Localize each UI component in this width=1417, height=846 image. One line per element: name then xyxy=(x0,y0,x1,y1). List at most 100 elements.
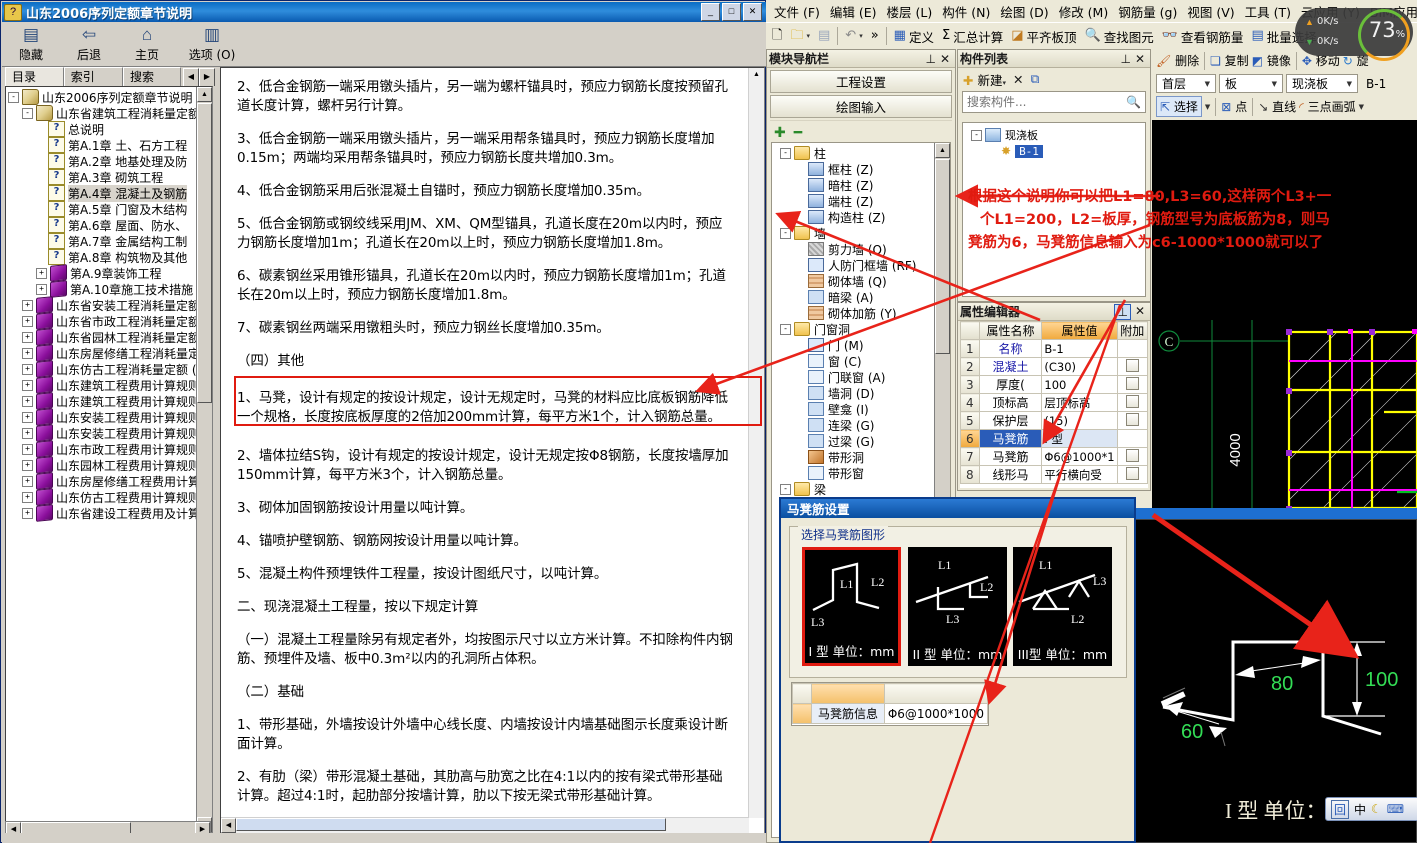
tree-item[interactable]: + 山东省市政工程消耗量定额 xyxy=(6,312,197,330)
close-button[interactable]: ✕ xyxy=(743,3,762,21)
nav-tree-item[interactable]: 窗 (C) xyxy=(774,353,934,369)
tree-item[interactable]: + 第A.10章施工技术措施 xyxy=(6,280,197,298)
tree-toggle[interactable]: + xyxy=(36,267,47,279)
nav-tree-item[interactable]: 墙洞 (D) xyxy=(774,385,934,401)
tree-item[interactable]: ? 第A.7章 金属结构工制 xyxy=(6,233,197,249)
tree-item[interactable]: + 山东省安装工程消耗量定额 xyxy=(6,296,197,314)
shape-option-II[interactable]: L1 L2 L3 II 型 单位：mm xyxy=(908,547,1007,666)
nav-tree-item[interactable]: 连梁 (G) xyxy=(774,417,934,433)
tree-toggle[interactable]: + xyxy=(22,363,33,375)
options-button[interactable]: ▥ 选项 (O) xyxy=(176,24,248,64)
tree-toggle[interactable]: + xyxy=(22,475,33,487)
tree-toggle[interactable]: + xyxy=(36,283,47,295)
document-pane[interactable]: 2、低合金钢筋一端采用镦头插片，另一端为螺杆锚具时，预应力钢筋长度按预留孔道长度… xyxy=(220,67,765,834)
attach-checkbox[interactable] xyxy=(1125,358,1139,372)
scroll-up-button[interactable]: ▲ xyxy=(197,87,212,102)
copy-icon[interactable]: ⧉ xyxy=(1030,71,1039,87)
tree-toggle[interactable]: + xyxy=(22,331,33,343)
tree-item[interactable]: + 山东房屋修缮工程消耗量定 xyxy=(6,344,197,362)
attach-checkbox[interactable] xyxy=(1125,448,1139,462)
attach-checkbox[interactable] xyxy=(1125,376,1139,390)
tab-index[interactable]: 索引 (N) xyxy=(63,67,124,102)
arc-tool-button[interactable]: ◜ 三点画弧 xyxy=(1299,98,1356,115)
menu-item-绘图D[interactable]: 绘图 (D) xyxy=(995,0,1053,23)
ime-mode-chinese[interactable]: 中 xyxy=(1354,801,1366,818)
property-value[interactable]: (C30) xyxy=(1041,357,1118,376)
select-tool-button[interactable]: ⇱ 选择 xyxy=(1156,96,1202,117)
nav-button-project-settings[interactable]: 工程设置 xyxy=(770,70,952,93)
menu-item-文件F[interactable]: 文件 (F) xyxy=(769,0,825,23)
component-tree-item[interactable]: - 现浇板 xyxy=(967,127,1143,143)
tree-item[interactable]: + 山东建筑工程费用计算规则 xyxy=(6,376,197,394)
tree-item[interactable]: + 山东房屋修缮工程费用计算 xyxy=(6,472,197,490)
nav-button-drawing-input[interactable]: 绘图输入 xyxy=(770,95,952,118)
nav-scroll-thumb[interactable] xyxy=(935,159,950,354)
tab-contents[interactable]: 目录 (C) xyxy=(5,67,64,102)
maximize-button[interactable]: □ xyxy=(722,3,741,21)
doc-hscroll-left-button[interactable]: ◀ xyxy=(221,818,236,833)
nav-tree-item[interactable]: 砌体加筋 (Y) xyxy=(774,305,934,321)
nav-tree-item[interactable]: 端柱 (Z) xyxy=(774,193,934,209)
menu-item-楼层L[interactable]: 楼层 (L) xyxy=(882,0,938,23)
dialog-title-bar[interactable]: 马凳筋设置 xyxy=(781,499,1134,518)
mirror-button[interactable]: ◩ 镜像 xyxy=(1252,52,1291,69)
tree-toggle[interactable]: + xyxy=(22,491,33,503)
open-file-button[interactable]: 🗀 ▾ xyxy=(787,28,813,44)
property-row[interactable]: 2 混凝土 (C30) xyxy=(960,357,1148,376)
nav-tree-item[interactable]: -墙 xyxy=(774,225,934,241)
property-value[interactable]: B-1 xyxy=(1041,339,1118,358)
tree-toggle[interactable]: - xyxy=(22,107,33,119)
nav-tree-item[interactable]: 带形窗 xyxy=(774,465,934,481)
property-attach-cell[interactable] xyxy=(1116,375,1148,394)
menu-item-钢筋量g[interactable]: 钢筋量 (g) xyxy=(1113,0,1182,23)
tree-item[interactable]: + 第A.9章装饰工程 xyxy=(6,264,197,282)
tree-item[interactable]: - 山东2006序列定额章节说明 xyxy=(6,89,197,105)
hide-button[interactable]: ▤ 隐藏 xyxy=(2,24,60,64)
document-horizontal-scrollbar[interactable]: ◀ xyxy=(221,817,749,833)
new-component-button[interactable]: ✚ 新建▾ xyxy=(963,70,1006,89)
component-search-box[interactable]: 🔍 xyxy=(962,91,1146,113)
undo-button[interactable]: ↶ ▾ xyxy=(842,28,865,44)
property-value[interactable]: 层顶标高 xyxy=(1041,393,1118,412)
property-attach-cell[interactable] xyxy=(1116,339,1148,358)
tree-item[interactable]: - 山东省建筑工程消耗量定额 xyxy=(6,105,197,121)
property-attach-cell[interactable] xyxy=(1116,465,1148,484)
point-tool-button[interactable]: ⊠ 点 xyxy=(1221,98,1247,115)
ime-logo-icon[interactable]: 回 xyxy=(1331,799,1350,819)
network-performance-widget[interactable]: ▲ 0K/s ▼ 0K/s 73% xyxy=(1295,4,1413,61)
pin-icon[interactable]: ⊥ xyxy=(1114,303,1131,320)
doc-hscroll-thumb[interactable] xyxy=(236,818,666,831)
nav-tree-item[interactable]: 砌体墙 (Q) xyxy=(774,273,934,289)
home-button[interactable]: ⌂ 主页 xyxy=(118,24,176,64)
tree-toggle[interactable]: - xyxy=(8,91,19,103)
property-attach-cell[interactable] xyxy=(1116,393,1148,412)
property-attach-cell[interactable] xyxy=(1116,429,1148,448)
nav-tree-item[interactable]: 门 (M) xyxy=(774,337,934,353)
close-icon[interactable]: ✕ xyxy=(1135,52,1145,66)
tab-search[interactable]: 搜索 (S) xyxy=(123,67,181,102)
sum-calc-button[interactable]: Σ 汇总计算 xyxy=(939,26,1006,47)
save-button[interactable]: ▤ xyxy=(815,28,833,44)
attach-checkbox[interactable] xyxy=(1125,412,1139,426)
property-attach-cell[interactable] xyxy=(1116,411,1148,430)
view-rebar-button[interactable]: 👓 查看钢筋量 xyxy=(1159,26,1247,47)
tree-item[interactable]: ? 第A.4章 混凝土及钢筋 xyxy=(6,184,197,202)
doc-scroll-up-button[interactable]: ▲ xyxy=(749,68,764,83)
find-element-button[interactable]: 🔍 查找图元 xyxy=(1082,26,1157,47)
tree-toggle[interactable]: + xyxy=(22,427,33,439)
tree-item[interactable]: + 山东建筑工程费用计算规则 xyxy=(6,392,197,410)
tree-toggle[interactable]: + xyxy=(22,379,33,391)
rebar-info-value[interactable]: Φ6@1000*1000 xyxy=(883,703,989,724)
tree-vertical-scrollbar[interactable]: ▲ ▼ xyxy=(196,87,212,832)
pin-icon[interactable]: ⊥ xyxy=(925,52,935,66)
category-dropdown[interactable]: 板 ▼ xyxy=(1219,74,1283,93)
property-row[interactable]: 7 马凳筋 Φ6@1000*1 xyxy=(960,447,1148,466)
property-row[interactable]: 1 名称 B-1 xyxy=(960,339,1148,358)
tree-item[interactable]: + 山东仿古工程费用计算规则 xyxy=(6,488,197,506)
tree-item[interactable]: + 山东安装工程费用计算规则 xyxy=(6,424,197,442)
menu-item-修改M[interactable]: 修改 (M) xyxy=(1054,0,1114,23)
keyboard-icon[interactable]: ⌨ xyxy=(1387,802,1404,816)
menu-item-编辑E[interactable]: 编辑 (E) xyxy=(825,0,882,23)
property-row[interactable]: 5 保护层 (15) xyxy=(960,411,1148,430)
chevron-down-icon[interactable]: ▼ xyxy=(1205,103,1210,111)
